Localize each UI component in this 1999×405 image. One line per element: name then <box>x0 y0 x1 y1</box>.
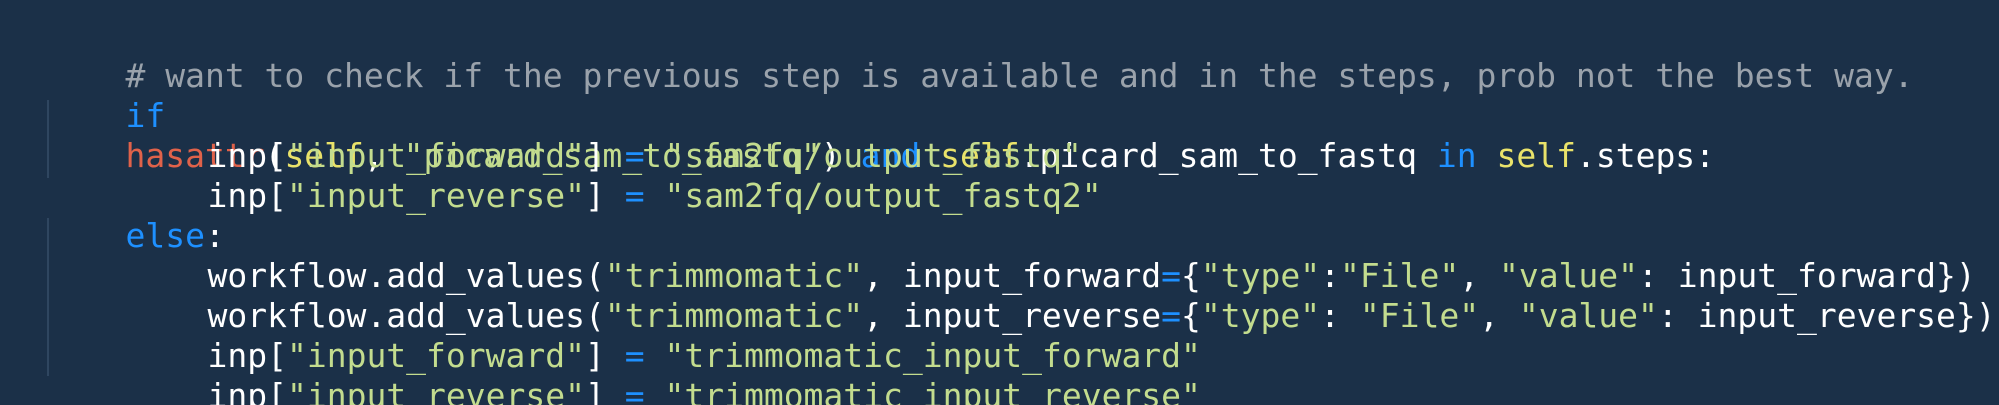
code-line-5: else: <box>46 176 224 255</box>
code-editor[interactable]: # want to check if the previous step is … <box>0 0 1999 405</box>
punct-token <box>1477 136 1497 175</box>
string-token: "sam2fq/output_fastq2" <box>664 176 1102 215</box>
code-line-1: # want to check if the previous step is … <box>46 16 1913 95</box>
attribute-token: .steps: <box>1575 136 1716 175</box>
identifier-token: : input_reverse}) <box>1657 296 1996 335</box>
keyword-in: in <box>1436 136 1477 175</box>
string-token: "File" <box>1359 296 1480 335</box>
code-line-6: workflow.add_values("trimmomatic", input… <box>46 216 1975 295</box>
code-line-8: inp["input_forward"] = "trimmomatic_inpu… <box>46 296 1200 375</box>
punct-token: ] <box>584 376 625 405</box>
punct-token <box>645 176 665 215</box>
string-token: "value" <box>1518 296 1658 335</box>
punct-token: , <box>1479 296 1519 335</box>
operator-token: = <box>624 376 645 405</box>
code-line-4: inp["input_reverse"] = "sam2fq/output_fa… <box>46 136 1101 215</box>
identifier-token: inp[ <box>207 376 287 405</box>
string-token: "input_reverse" <box>286 176 585 215</box>
code-line-2: if hasattr(self, "picard_sam_to_fastq") … <box>46 56 1715 175</box>
code-line-3: inp["input_forward"] = "sam2fq/output_fa… <box>46 96 1081 175</box>
self-token: self <box>1496 136 1576 175</box>
punct-token: ] <box>584 176 625 215</box>
punct-token: : <box>1320 296 1360 335</box>
operator-token: = <box>624 176 645 215</box>
string-token: "trimmomatic_input_reverse" <box>664 376 1201 405</box>
string-token: "input_reverse" <box>286 376 585 405</box>
code-line-9: inp["input_reverse"] = "trimmomatic_inpu… <box>46 336 1200 405</box>
punct-token <box>645 376 665 405</box>
string-token: "type" <box>1200 296 1321 335</box>
code-line-7: workflow.add_values("trimmomatic", input… <box>46 256 1995 335</box>
